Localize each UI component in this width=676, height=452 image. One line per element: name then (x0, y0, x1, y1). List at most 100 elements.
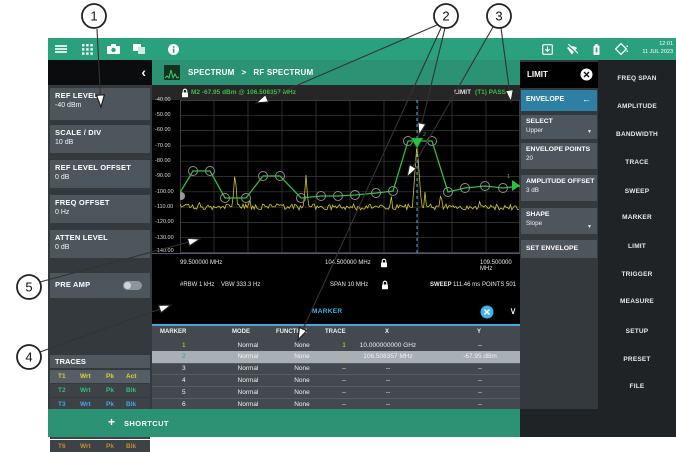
save-screen-icon[interactable] (540, 42, 554, 56)
y-tick: -90.00 (155, 173, 181, 179)
marker-table: MARKER MODE FUNCTION TRACE X Y 1 Normal … (152, 326, 520, 409)
menu-marker[interactable]: MARKER (598, 214, 676, 221)
span-value: SPAN 10 MHz (330, 282, 368, 288)
col-y: Y (477, 329, 481, 335)
menu-bandwidth[interactable]: BANDWIDTH (598, 131, 676, 138)
marker-table-close-icon[interactable] (480, 305, 494, 319)
svg-text:5: 5 (25, 280, 32, 295)
amplitude-offset-button[interactable]: AMPLITUDE OFFSET 3 dB (521, 175, 597, 201)
bandwidth-row: #RBW 1 kHz VBW 333.3 Hz SPAN 10 MHz SWEE… (152, 275, 520, 297)
envelope-points-button[interactable]: ENVELOPE POINTS 20 (521, 143, 597, 169)
main-menu-column: FREQ SPAN AMPLITUDE BANDWIDTH TRACE SWEE… (598, 60, 676, 437)
menu-freq-span[interactable]: FREQ SPAN (598, 75, 676, 82)
y-tick: -60.00 (155, 127, 181, 133)
traces-title: TRACES (50, 355, 150, 368)
select-dropdown[interactable]: SELECT Upper ▼ (521, 115, 597, 139)
amplitude-settings-panel: REF LEVEL -40 dBm SCALE / DIV 10 dB REF … (48, 85, 152, 409)
plus-icon: + (108, 415, 115, 429)
y-tick: -50.00 (155, 112, 181, 118)
stop-freq: 109.500000 MHz (480, 260, 520, 272)
breadcrumb-separator: > (242, 68, 247, 77)
y-tick: -120.00 (155, 219, 181, 225)
menu-amplitude[interactable]: AMPLITUDE (598, 103, 676, 110)
breadcrumb: SPECTRUM > RF SPECTRUM (152, 60, 520, 85)
sweep-label: SWEEP (430, 282, 452, 288)
limit-panel-header: LIMIT (520, 62, 598, 88)
add-shortcut-button[interactable]: SHORTCUT (124, 419, 169, 428)
top-system-bar: 12:01 11 JUL 2023 (48, 38, 676, 60)
wifi-off-icon[interactable] (565, 42, 579, 56)
hamburger-menu-icon[interactable] (54, 42, 68, 56)
set-envelope-button[interactable]: SET ENVELOPE (521, 240, 597, 258)
spectrum-plot: 2 1 (180, 100, 520, 253)
frequency-row: 99.500000 MHz 104.500000 MHz 109.500000 … (152, 253, 520, 275)
screenshot-camera-icon[interactable] (106, 42, 120, 56)
limit-panel-title: LIMIT (527, 70, 548, 79)
battery-icon[interactable] (589, 42, 603, 56)
menu-file[interactable]: FILE (598, 383, 676, 390)
callout-circle-3 (487, 4, 511, 28)
svg-text:3: 3 (495, 9, 502, 24)
apps-grid-icon[interactable] (80, 42, 94, 56)
callout-circle-2 (434, 4, 458, 28)
vbw-value: VBW 333.3 Hz (221, 282, 260, 288)
menu-setup[interactable]: SETUP (598, 328, 676, 335)
limit-panel-close-icon[interactable] (580, 68, 593, 81)
col-trace: TRACE (325, 329, 346, 335)
chart-header-strip: M2 -67.95 dBm @ 106.508357 MHz LIMIT(T1)… (152, 85, 520, 100)
time: 12:01 (621, 40, 673, 48)
y-tick: -110.00 (155, 204, 181, 210)
date: 11 JUL 2023 (621, 48, 673, 56)
svg-text:4: 4 (25, 350, 32, 365)
marker-table-title: MARKER (312, 308, 342, 315)
marker2-label: 2 (423, 132, 426, 138)
menu-measure[interactable]: MEASURE (598, 298, 676, 305)
limit-submenu-panel: LIMIT ENVELOPE ← SELECT Upper ▼ ENVELOPE… (520, 60, 598, 409)
limit-status: LIMIT(T1) PASS (454, 89, 506, 96)
col-x: X (385, 329, 389, 335)
callout-circle-5 (17, 275, 41, 299)
marker-table-titlebar: MARKER (152, 300, 500, 324)
dropdown-caret-icon: ▼ (587, 129, 592, 135)
svg-text:2: 2 (442, 9, 449, 24)
collapse-panel-button[interactable]: ‹ (141, 63, 146, 81)
ref-level-offset-button[interactable]: REF LEVEL OFFSET 0 dB (50, 160, 150, 188)
trace-row-t6[interactable]: T6 Wrt Pk Blk (50, 440, 150, 452)
documentation-figure: 12:01 11 JUL 2023 ‹ SPECTRUM > RF SPECTR… (0, 0, 676, 452)
points-value: POINTS 501 (482, 282, 516, 288)
breadcrumb-view[interactable]: RF SPECTRUM (253, 68, 313, 77)
envelope-menu-item[interactable]: ENVELOPE ← (521, 90, 597, 111)
y-tick: -80.00 (155, 158, 181, 164)
span-lock-icon (381, 280, 389, 290)
bottom-right-filler (520, 409, 598, 437)
y-tick: -70.00 (155, 143, 181, 149)
scale-div-button[interactable]: SCALE / DIV 10 dB (50, 125, 150, 153)
menu-limit[interactable]: LIMIT (598, 243, 676, 250)
y-tick: -40.00 (155, 97, 181, 103)
shape-dropdown[interactable]: SHAPE Slope ▼ (521, 208, 597, 234)
left-panel-header: ‹ (48, 60, 152, 85)
center-freq-lock-icon (380, 258, 388, 268)
freq-offset-button[interactable]: FREQ OFFSET 0 Hz (50, 195, 150, 223)
rbw-value: #RBW 1 kHz (180, 282, 214, 288)
menu-preset[interactable]: PRESET (598, 356, 676, 363)
col-marker: MARKER (160, 329, 186, 335)
analyzer-window: 12:01 11 JUL 2023 ‹ SPECTRUM > RF SPECTR… (48, 38, 676, 437)
col-mode: MODE (232, 329, 250, 335)
marker-lock-icon (181, 88, 189, 98)
breadcrumb-app[interactable]: SPECTRUM (188, 68, 235, 77)
y-tick: -130.00 (155, 235, 181, 241)
ref-level-button[interactable]: REF LEVEL -40 dBm (50, 88, 150, 120)
menu-trigger[interactable]: TRIGGER (598, 271, 676, 278)
trace-row-t2[interactable]: T2 Wrt Pk Blk (50, 384, 150, 397)
col-function: FUNCTION (276, 329, 307, 335)
info-icon[interactable] (166, 42, 180, 56)
atten-level-button[interactable]: ATTEN LEVEL 0 dB (50, 230, 150, 258)
windows-overlap-icon[interactable] (132, 42, 146, 56)
preamp-toggle[interactable] (123, 281, 142, 290)
trace-row-t1[interactable]: T1 Wrt Pk Act (50, 370, 150, 383)
pre-amp-row: PRE AMP (50, 273, 150, 298)
spectrum-thumbnail-icon (164, 65, 180, 80)
menu-trace[interactable]: TRACE (598, 159, 676, 166)
menu-sweep[interactable]: SWEEP (598, 188, 676, 195)
